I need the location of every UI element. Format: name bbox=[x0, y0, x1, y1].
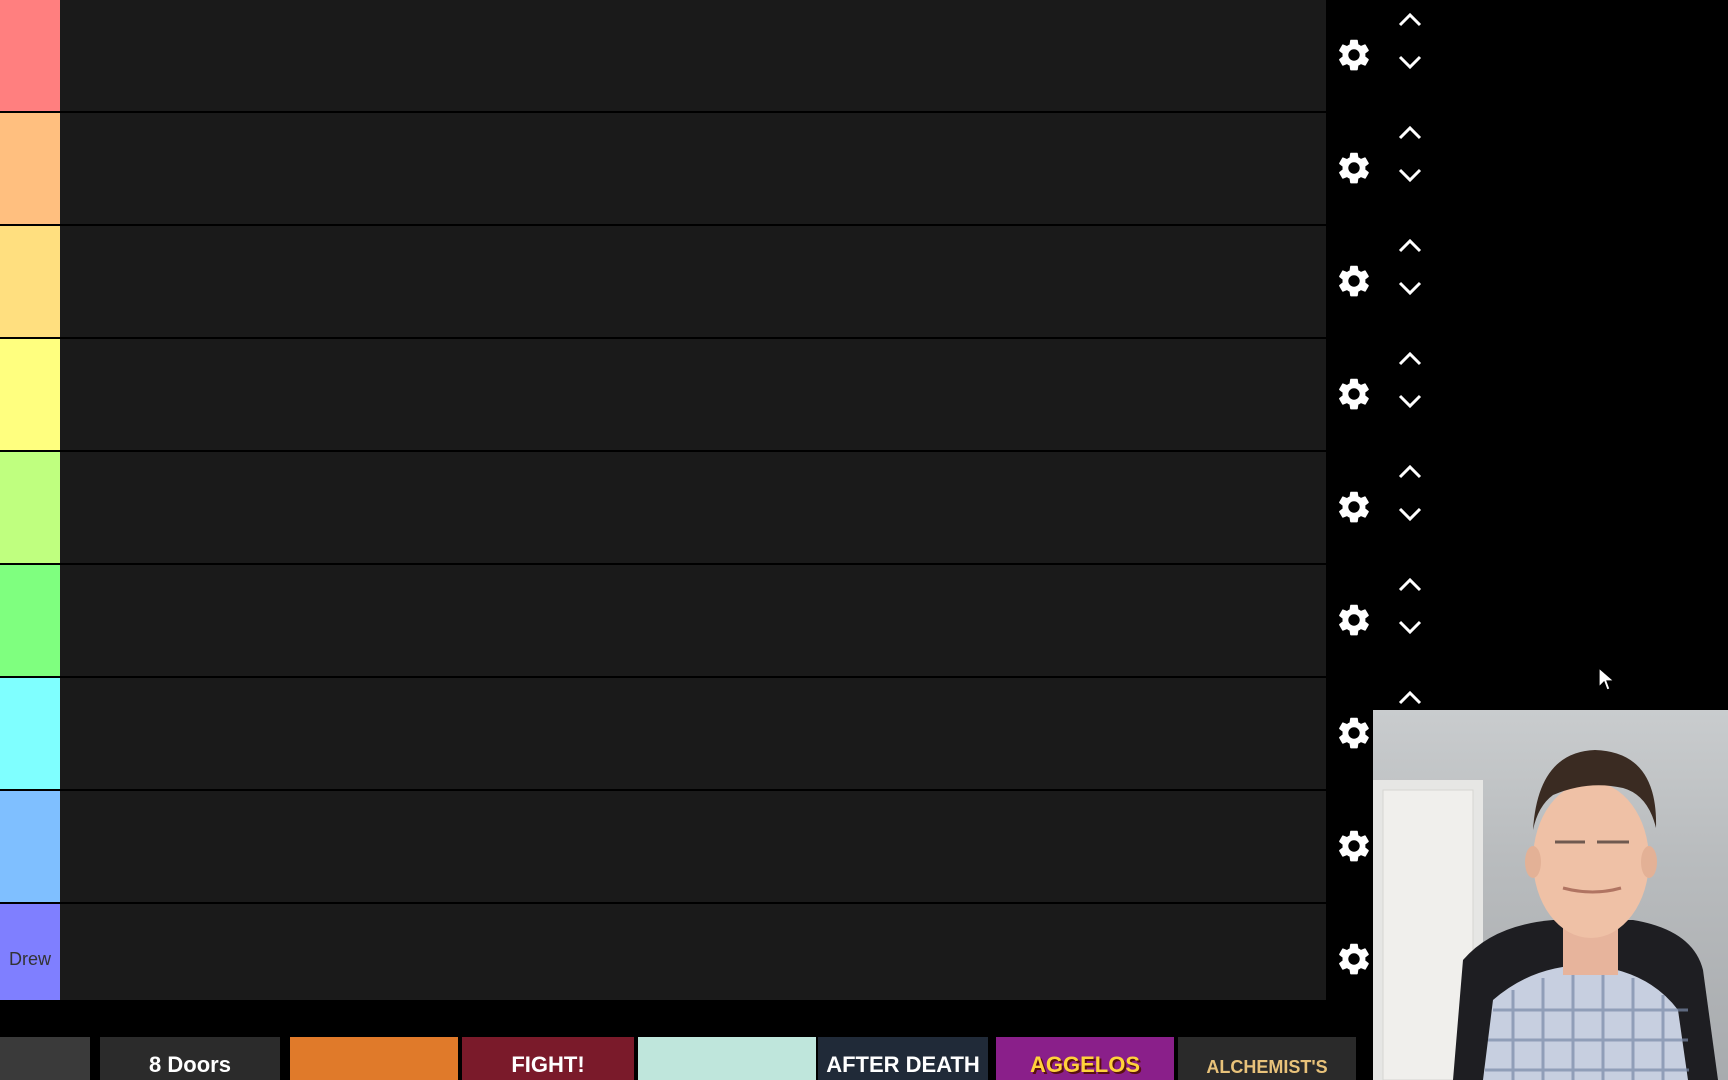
gear-icon[interactable] bbox=[1335, 601, 1373, 639]
tier-label[interactable] bbox=[0, 452, 60, 563]
gear-icon[interactable] bbox=[1335, 149, 1373, 187]
pool-item-title: ALCHEMIST'S bbox=[1206, 1057, 1328, 1077]
gear-icon[interactable] bbox=[1335, 714, 1373, 752]
tier-label[interactable] bbox=[0, 678, 60, 789]
pool-item[interactable]: AFTER DEATH bbox=[818, 1037, 988, 1080]
tier-row[interactable] bbox=[0, 339, 1326, 452]
tier-row[interactable] bbox=[0, 0, 1326, 113]
pool-item[interactable] bbox=[638, 1037, 816, 1080]
chevron-up-icon[interactable] bbox=[1396, 123, 1424, 143]
tier-dropzone[interactable] bbox=[60, 339, 1326, 450]
tier-label[interactable] bbox=[0, 0, 60, 111]
pool-item-title: 8 Doors bbox=[149, 1052, 231, 1077]
tier-label[interactable] bbox=[0, 565, 60, 676]
tier-row[interactable] bbox=[0, 452, 1326, 565]
chevron-down-icon[interactable] bbox=[1396, 52, 1424, 72]
tier-dropzone[interactable] bbox=[60, 791, 1326, 902]
chevron-up-icon[interactable] bbox=[1396, 688, 1424, 708]
tier-controls bbox=[1326, 565, 1436, 676]
item-pool: 8 Doors FIGHT! AFTER DEATH AGGELOS ALCHEMIST… bbox=[0, 1000, 1356, 1080]
tier-row[interactable] bbox=[0, 791, 1326, 904]
chevron-down-icon[interactable] bbox=[1396, 391, 1424, 411]
gear-icon[interactable] bbox=[1335, 36, 1373, 74]
pool-item-title: AGGELOS bbox=[1029, 1052, 1140, 1077]
tier-dropzone[interactable] bbox=[60, 452, 1326, 563]
gear-icon[interactable] bbox=[1335, 827, 1373, 865]
tier-dropzone[interactable] bbox=[60, 226, 1326, 337]
tier-dropzone[interactable] bbox=[60, 113, 1326, 224]
tier-dropzone[interactable] bbox=[60, 678, 1326, 789]
tier-controls bbox=[1326, 113, 1436, 224]
tier-row[interactable] bbox=[0, 678, 1326, 791]
pool-item[interactable] bbox=[0, 1037, 90, 1080]
chevron-down-icon[interactable] bbox=[1396, 165, 1424, 185]
tier-label[interactable]: Drew bbox=[0, 904, 60, 1015]
chevron-down-icon[interactable] bbox=[1396, 504, 1424, 524]
chevron-up-icon[interactable] bbox=[1396, 349, 1424, 369]
pool-item-title: AFTER DEATH bbox=[826, 1052, 980, 1077]
pool-item[interactable]: 8 Doors bbox=[100, 1037, 280, 1080]
pool-item[interactable]: FIGHT! bbox=[462, 1037, 634, 1080]
gear-icon[interactable] bbox=[1335, 940, 1373, 978]
gear-icon[interactable] bbox=[1335, 262, 1373, 300]
tier-label[interactable] bbox=[0, 339, 60, 450]
tier-controls bbox=[1326, 339, 1436, 450]
pool-item[interactable]: ALCHEMIST'S bbox=[1178, 1037, 1356, 1080]
tier-dropzone[interactable] bbox=[60, 565, 1326, 676]
chevron-up-icon[interactable] bbox=[1396, 575, 1424, 595]
mouse-cursor-icon bbox=[1598, 667, 1616, 691]
tier-row[interactable] bbox=[0, 226, 1326, 339]
gear-icon[interactable] bbox=[1335, 488, 1373, 526]
pool-item[interactable] bbox=[290, 1037, 458, 1080]
gear-icon[interactable] bbox=[1335, 375, 1373, 413]
webcam-person bbox=[1373, 750, 1718, 1080]
webcam-overlay bbox=[1373, 710, 1728, 1080]
chevron-down-icon[interactable] bbox=[1396, 617, 1424, 637]
tier-controls bbox=[1326, 452, 1436, 563]
tier-label[interactable] bbox=[0, 791, 60, 902]
tier-dropzone[interactable] bbox=[60, 0, 1326, 111]
tier-controls bbox=[1326, 226, 1436, 337]
tier-row[interactable] bbox=[0, 113, 1326, 226]
tier-label[interactable] bbox=[0, 226, 60, 337]
pool-item-title: FIGHT! bbox=[511, 1052, 585, 1077]
tier-label[interactable] bbox=[0, 113, 60, 224]
tier-dropzone[interactable] bbox=[60, 904, 1326, 1015]
tier-row[interactable] bbox=[0, 565, 1326, 678]
chevron-up-icon[interactable] bbox=[1396, 10, 1424, 30]
pool-item[interactable]: AGGELOS bbox=[996, 1037, 1174, 1080]
chevron-up-icon[interactable] bbox=[1396, 462, 1424, 482]
tier-controls bbox=[1326, 0, 1436, 111]
chevron-up-icon[interactable] bbox=[1396, 236, 1424, 256]
chevron-down-icon[interactable] bbox=[1396, 278, 1424, 298]
